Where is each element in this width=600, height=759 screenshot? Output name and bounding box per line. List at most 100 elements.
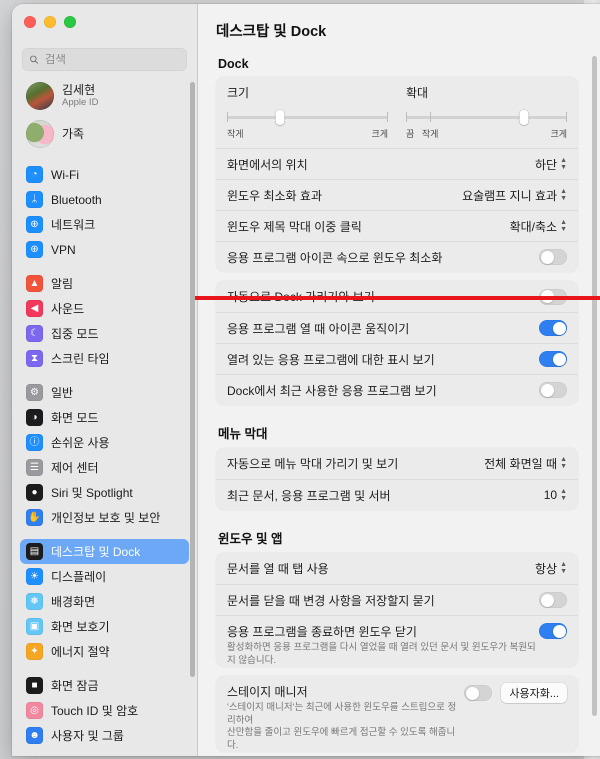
settings-row[interactable]: 자동으로 메뉴 막대 가리기 및 보기 전체 화면일 때 ▲ ▼: [216, 448, 578, 479]
wallpaper-icon: ❅: [26, 593, 43, 610]
settings-row[interactable]: Dock에서 최근 사용한 응용 프로그램 보기: [216, 374, 578, 405]
section-title: 메뉴 막대: [218, 427, 268, 441]
sidebar-item-label: 화면 잠금: [51, 679, 99, 693]
popup-menu-button[interactable]: 10 ▲ ▼: [544, 488, 567, 503]
sidebar-item-1-4[interactable]: ◎ Touch ID 및 암호: [20, 698, 189, 723]
toggle-knob: [540, 593, 554, 607]
sidebar-item-label: 사용자 및 그룹: [51, 729, 124, 743]
toggle-switch[interactable]: [539, 592, 567, 608]
sidebar-item-1-0[interactable]: ᛦ Bluetooth: [20, 187, 189, 212]
sidebar-item-3-1[interactable]: ⧗ 스크린 타임: [20, 346, 189, 371]
sidebar-item-label: 스크린 타임: [51, 352, 110, 366]
sidebar-scrollbar[interactable]: [190, 82, 195, 677]
toggle-switch[interactable]: [539, 382, 567, 398]
customize-button[interactable]: 사용자화...: [501, 683, 567, 703]
slider-tick-end: [387, 112, 388, 122]
settings-row[interactable]: 응용 프로그램 아이콘 속으로 윈도우 최소화: [216, 241, 578, 272]
privacy-hand-icon: ✋: [26, 509, 43, 526]
toggle-knob: [465, 686, 479, 700]
popup-value: 확대/축소: [509, 219, 558, 234]
toggle-switch[interactable]: [539, 623, 567, 639]
zoom-button[interactable]: [64, 16, 76, 28]
settings-row[interactable]: 스테이지 매니저 '스테이지 매니저'는 최근에 사용한 윈도우를 스트립으로 정…: [216, 676, 578, 752]
sidebar-item-label: 데스크탑 및 Dock: [51, 545, 141, 559]
search-field[interactable]: [22, 48, 187, 71]
slider-thumb[interactable]: [519, 110, 529, 125]
row-label-group: 문서를 닫을 때 변경 사항을 저장할지 묻기: [227, 592, 435, 609]
network-globe-icon: ⊕: [26, 216, 43, 233]
toggle-switch[interactable]: [539, 249, 567, 265]
popup-menu-button[interactable]: 하단 ▲ ▼: [535, 156, 567, 173]
settings-row[interactable]: 화면에서의 위치 하단 ▲ ▼: [216, 148, 578, 179]
sidebar-item-2-1[interactable]: ☾ 집중 모드: [20, 321, 189, 346]
slider-thumb[interactable]: [275, 110, 285, 125]
slider-label: 확대: [406, 86, 429, 100]
popup-menu-button[interactable]: 항상 ▲ ▼: [535, 560, 567, 577]
toggle-switch[interactable]: [539, 320, 567, 336]
system-settings-window: 김세현 Apple ID 가족 ◔ Wi-Fi ᛦ Bluetooth ⊕ 네트워크 ⊕ VP…: [12, 4, 600, 756]
search-input[interactable]: [44, 53, 180, 66]
settings-row[interactable]: 최근 문서, 응용 프로그램 및 서버 10 ▲ ▼: [216, 479, 578, 510]
sidebar-item-2-3[interactable]: ❅ 배경화면: [20, 589, 189, 614]
settings-row[interactable]: 문서를 열 때 탭 사용 항상 ▲ ▼: [216, 553, 578, 584]
slider-track: [227, 116, 388, 119]
sidebar-item-2-4[interactable]: ☻ 사용자 및 그룹: [20, 723, 189, 748]
sidebar-item-family[interactable]: 가족: [20, 115, 189, 153]
row-label: 윈도우 제목 막대 이중 클릭: [227, 219, 362, 234]
sidebar-item-0-2[interactable]: ⚙ 일반: [20, 380, 189, 405]
settings-row[interactable]: 응용 프로그램 열 때 아이콘 움직이기: [216, 312, 578, 343]
row-label: 화면에서의 위치: [227, 157, 308, 172]
row-label-group: 윈도우 최소화 효과: [227, 187, 322, 204]
slider-end-labels: 작게 크게: [227, 127, 388, 139]
sidebar-item-0-0[interactable]: ◔ Wi-Fi: [20, 162, 189, 187]
settings-row[interactable]: 응용 프로그램을 종료하면 윈도우 닫기 활성화하면 응용 프로그램을 다시 열었…: [216, 615, 578, 667]
sidebar-item-4-3[interactable]: ✦ 에너지 절약: [20, 639, 189, 664]
appearance-icon: ◑: [26, 409, 43, 426]
slider-track-area[interactable]: [406, 110, 567, 125]
sidebar-item-3-2[interactable]: ☰ 제어 센터: [20, 455, 189, 480]
row-label-group: 응용 프로그램 열 때 아이콘 움직이기: [227, 320, 409, 337]
sidebar-item-0-4[interactable]: ■ 화면 잠금: [20, 673, 189, 698]
row-description: 활성화하면 응용 프로그램을 다시 열었을 때 열려 있던 문서 및 윈도우가 …: [227, 642, 536, 666]
popup-value: 전체 화면일 때: [484, 457, 558, 471]
minimize-button[interactable]: [44, 16, 56, 28]
settings-row[interactable]: 윈도우 최소화 효과 요술램프 지니 효과 ▲ ▼: [216, 179, 578, 210]
sidebar-item-label: VPN: [51, 242, 76, 257]
settings-row[interactable]: 열려 있는 응용 프로그램에 대한 표시 보기: [216, 343, 578, 374]
toggle-knob: [540, 383, 554, 397]
settings-row[interactable]: 윈도우 제목 막대 이중 클릭 확대/축소 ▲ ▼: [216, 210, 578, 241]
sidebar-item-1-1[interactable]: ◀ 사운드: [20, 296, 189, 321]
sidebar-item-1-3[interactable]: ☀ 디스플레이: [20, 564, 189, 589]
sidebar-item-5-2[interactable]: ✋ 개인정보 보호 및 보안: [20, 505, 189, 530]
popup-menu-button[interactable]: 요술램프 지니 효과 ▲ ▼: [462, 187, 567, 204]
sidebar-item-label: Siri 및 Spotlight: [51, 486, 133, 500]
slider-track-area[interactable]: [227, 110, 388, 125]
section-title: 윈도우 및 앱: [218, 532, 283, 546]
sidebar-item-2-0[interactable]: ⊕ 네트워크: [20, 212, 189, 237]
sidebar-item-4-2[interactable]: ● Siri 및 Spotlight: [20, 480, 189, 505]
popup-menu-button[interactable]: 확대/축소 ▲ ▼: [510, 218, 567, 235]
sidebar-item-3-0[interactable]: ⊕ VPN: [20, 237, 189, 262]
toggle-switch[interactable]: [539, 351, 567, 367]
control-center-icon: ☰: [26, 459, 43, 476]
lock-screen-icon: ■: [26, 677, 43, 694]
screen-time-icon: ⧗: [26, 350, 43, 367]
toggle-knob: [552, 352, 566, 366]
sidebar-item-0-1[interactable]: ▲ 알림: [20, 271, 189, 296]
accessibility-icon: ⓘ: [26, 434, 43, 451]
sidebar-item-0-3[interactable]: ▤ 데스크탑 및 Dock: [20, 539, 189, 564]
account-subtitle: Apple ID: [62, 96, 99, 108]
close-button[interactable]: [24, 16, 36, 28]
popup-menu-button[interactable]: 전체 화면일 때 ▲ ▼: [484, 455, 567, 472]
sidebar-item-apple-id[interactable]: 김세현 Apple ID: [20, 77, 189, 115]
sidebar-item-3-3[interactable]: ▣ 화면 보호기: [20, 614, 189, 639]
sound-icon: ◀: [26, 300, 43, 317]
toggle-switch[interactable]: [464, 685, 493, 701]
row-label-group: 윈도우 제목 막대 이중 클릭: [227, 218, 362, 235]
sidebar-item-label: 화면 모드: [51, 411, 99, 425]
sidebar-item-1-2[interactable]: ◑ 화면 모드: [20, 405, 189, 430]
settings-row[interactable]: 문서를 닫을 때 변경 사항을 저장할지 묻기: [216, 584, 578, 615]
sidebar-item-2-2[interactable]: ⓘ 손쉬운 사용: [20, 430, 189, 455]
main-scrollbar[interactable]: [592, 56, 597, 716]
toggle-knob: [540, 250, 554, 264]
